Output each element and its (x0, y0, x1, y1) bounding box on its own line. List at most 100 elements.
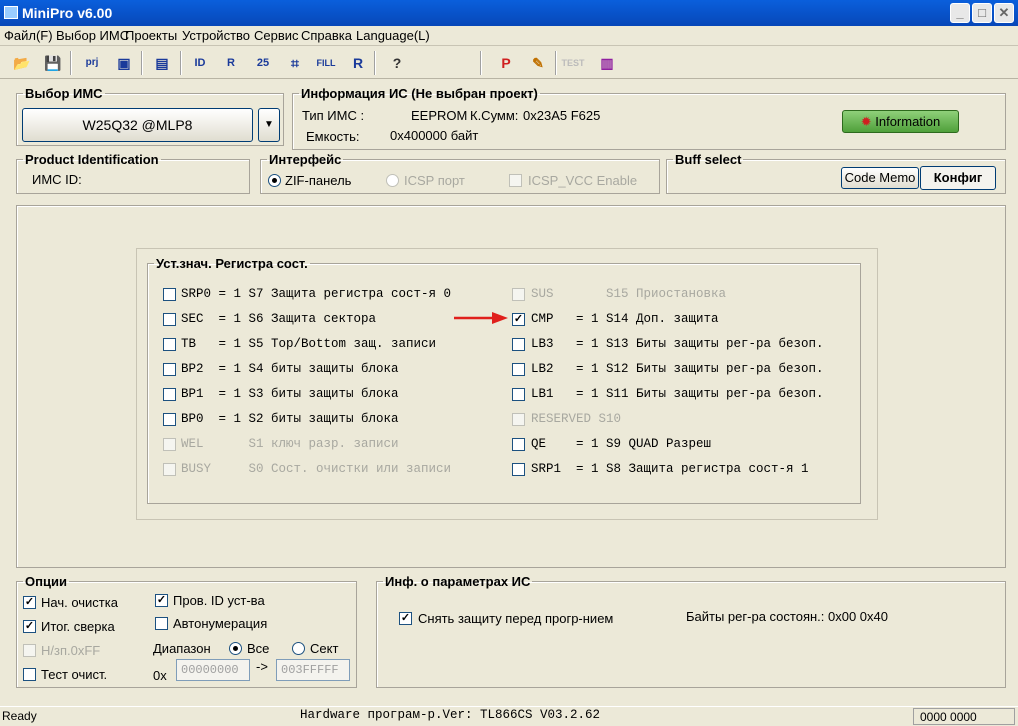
read-icon[interactable]: R (219, 51, 243, 75)
register-legend: Уст.знач. Регистра сост. (156, 256, 308, 271)
program-icon[interactable]: 25 (251, 51, 275, 75)
information-label: Information (875, 114, 941, 129)
help-icon[interactable]: ? (385, 51, 409, 75)
test-icon: TEST (561, 58, 585, 68)
toolbar-separator (374, 51, 376, 75)
protect-icon[interactable]: P (494, 51, 518, 75)
check-id-checkbox[interactable]: ✓ (155, 594, 168, 607)
app-icon (4, 6, 18, 19)
zif-radio[interactable] (268, 174, 281, 187)
edit-icon[interactable]: ✎ (526, 51, 550, 75)
window-title: MiniPro v6.00 (22, 5, 113, 21)
chip-select-legend: Выбор ИМС (25, 86, 103, 101)
chip-type-value: EEPROM (411, 108, 468, 123)
menu-language[interactable]: Language(L) (356, 28, 430, 43)
save-project-icon[interactable]: ▣ (112, 51, 136, 75)
params-legend: Инф. о параметрах ИС (385, 574, 531, 589)
register-left-checkbox (163, 463, 176, 476)
code-memo-button[interactable]: Code Memo (841, 167, 919, 189)
config-button[interactable]: Конфиг (920, 166, 996, 190)
menu-projects[interactable]: Проекты (125, 28, 177, 43)
options-legend: Опции (25, 574, 67, 589)
chip-icon[interactable]: ▤ (150, 51, 174, 75)
autonum-label: Автонумерация (173, 616, 268, 631)
maximize-button[interactable]: □ (972, 3, 992, 23)
menu-help[interactable]: Справка (301, 28, 352, 43)
icsp-label: ICSP порт (404, 173, 465, 188)
close-button[interactable]: ✕ (994, 3, 1014, 23)
register-left-label: WEL S1 ключ разр. записи (181, 437, 399, 451)
save-icon[interactable]: 💾 (41, 51, 65, 75)
unprotect-label: Снять защиту перед прогр-нием (418, 611, 614, 626)
register-left-label: BUSY S0 Сост. очистки или записи (181, 462, 452, 476)
minimize-button[interactable]: _ (950, 3, 970, 23)
logic-icon[interactable]: ▥ (595, 51, 619, 75)
register-right-checkbox[interactable]: ✓ (512, 313, 525, 326)
chip-select-button[interactable]: W25Q32 @MLP8 (22, 108, 253, 142)
register-left-checkbox[interactable] (163, 313, 176, 326)
register-left-checkbox[interactable] (163, 363, 176, 376)
range-sector-radio[interactable] (292, 642, 305, 655)
erase-checkbox[interactable]: ✓ (23, 596, 36, 609)
red-arrow-icon (454, 312, 508, 324)
chip-info-legend: Информация ИС (Не выбран проект) (301, 86, 538, 101)
verify-checkbox[interactable]: ✓ (23, 620, 36, 633)
blank-label: Н/зп.0xFF (41, 643, 101, 658)
project-icon[interactable]: prj (80, 51, 104, 75)
toolbar-separator (555, 51, 557, 75)
fill-icon[interactable]: FILL (314, 51, 338, 75)
register-right-checkbox[interactable] (512, 338, 525, 351)
zif-label: ZIF-панель (285, 173, 352, 188)
open-icon[interactable]: 📂 (10, 51, 34, 75)
register-right-checkbox (512, 413, 525, 426)
status-center: Hardware програм-р.Ver: TL866CS V03.2.62 (300, 708, 601, 722)
range-arrow: -> (256, 659, 268, 674)
interface-legend: Интерфейс (269, 152, 342, 167)
status-left: Ready (2, 709, 37, 723)
reg-bytes-label: Байты рег-ра состоян.: 0x00 0x40 (686, 609, 888, 624)
capacity-label: Емкость: (306, 129, 360, 144)
params-group: Инф. о параметрах ИС (376, 574, 1006, 688)
toolbar-separator (180, 51, 182, 75)
register-left-label: TB = 1 S5 Top/Bottom защ. записи (181, 337, 437, 351)
register-left-checkbox[interactable] (163, 388, 176, 401)
unprotect-checkbox[interactable]: ✓ (399, 612, 412, 625)
icsp-vcc-checkbox (509, 174, 522, 187)
menu-device[interactable]: Устройство (182, 28, 250, 43)
register-left-label: BP1 = 1 S3 биты защиты блока (181, 387, 399, 401)
chip-type-label: Тип ИМС : (302, 108, 365, 123)
range-all-radio[interactable] (229, 642, 242, 655)
register-right-checkbox[interactable] (512, 363, 525, 376)
buff-select-legend: Buff select (675, 152, 742, 167)
register-left-checkbox[interactable] (163, 413, 176, 426)
r-icon[interactable]: R (346, 51, 370, 75)
register-right-checkbox[interactable] (512, 388, 525, 401)
toolbar: 📂 💾 prj ▣ ▤ ID R 25 ⌗ FILL R ? P ✎ TEST … (0, 47, 1018, 79)
register-right-label: CMP = 1 S14 Доп. защита (531, 312, 719, 326)
menu-file[interactable]: Файл(F) (4, 28, 53, 43)
verify-icon[interactable]: ⌗ (283, 51, 307, 75)
register-right-checkbox[interactable] (512, 463, 525, 476)
range-all-label: Все (247, 641, 270, 656)
icsp-vcc-label: ICSP_VCC Enable (528, 173, 638, 188)
erase-label: Нач. очистка (41, 595, 118, 610)
information-icon: ✹ (860, 114, 872, 129)
icsp-radio (386, 174, 399, 187)
toolbar-separator (70, 51, 72, 75)
register-left-checkbox[interactable] (163, 288, 176, 301)
register-right-label: LB2 = 1 S12 Биты защиты рег-ра безоп. (531, 362, 824, 376)
range-to-input: 003FFFFF (276, 659, 350, 681)
register-left-checkbox[interactable] (163, 338, 176, 351)
menu-service[interactable]: Сервис (254, 28, 299, 43)
chip-dropdown-button[interactable]: ▼ (258, 108, 280, 142)
status-right-pane: 0000 0000 (913, 708, 1015, 725)
information-button[interactable]: ✹ Information (842, 110, 959, 133)
register-right-checkbox[interactable] (512, 438, 525, 451)
menu-chip-select[interactable]: Выбор ИМС (56, 28, 129, 43)
read-id-icon[interactable]: ID (188, 51, 212, 75)
range-from-input: 00000000 (176, 659, 250, 681)
check-id-label: Пров. ID уст-ва (173, 593, 265, 608)
blank-check-checkbox[interactable] (23, 668, 36, 681)
autonum-checkbox[interactable] (155, 617, 168, 630)
register-right-label: RESERVED S10 (531, 412, 622, 426)
